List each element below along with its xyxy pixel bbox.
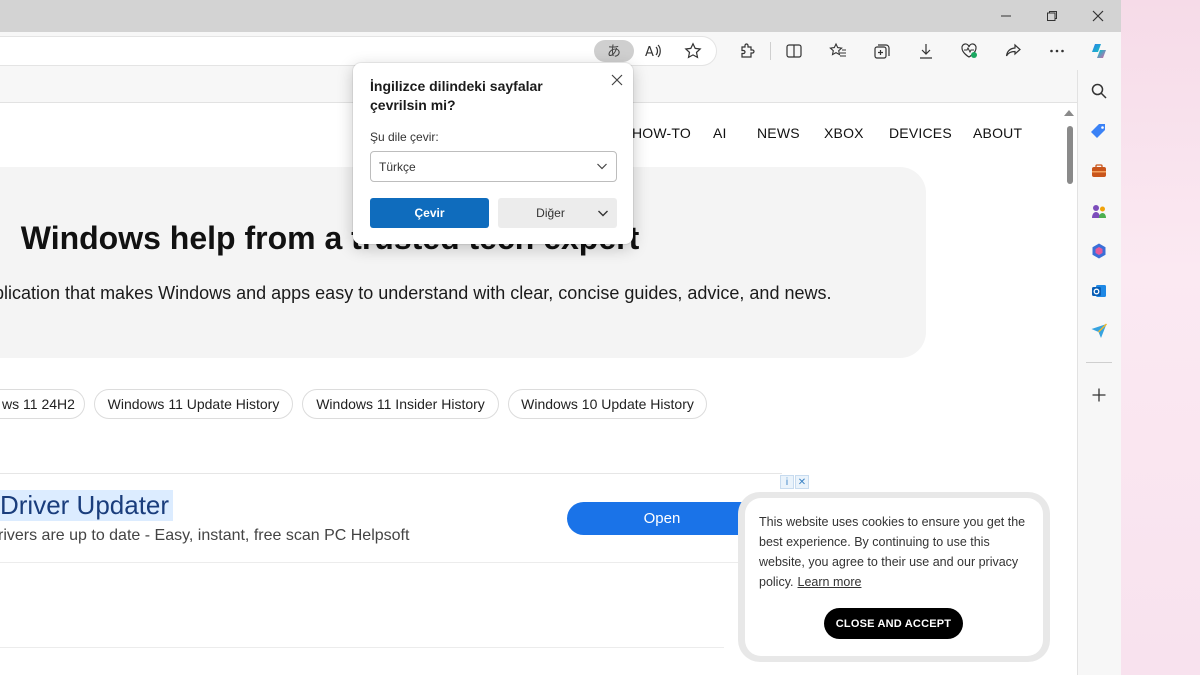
read-aloud-icon[interactable]: A [640,39,666,63]
desktop-background [1121,0,1200,675]
cookie-message: This website uses cookies to ensure you … [759,515,1026,589]
add-favorite-icon[interactable] [680,39,706,63]
ad-divider [0,562,760,563]
adchoices-close-icon[interactable]: ✕ [795,475,809,489]
learn-more-link[interactable]: Learn more [798,575,862,589]
svg-text:A: A [645,45,654,60]
browser-essentials-icon[interactable] [956,39,982,63]
drop-icon[interactable] [1086,318,1112,344]
ad-divider [0,473,782,474]
extensions-icon[interactable] [734,39,760,63]
microsoft-365-icon[interactable] [1086,238,1112,264]
title-bar [0,0,1121,32]
language-select[interactable]: Türkçe [370,151,617,182]
chevron-down-icon [598,210,608,217]
topic-chip[interactable]: Windows 11 Insider History [302,389,499,419]
content-divider [0,647,724,648]
collections-icon[interactable] [869,39,895,63]
shopping-icon[interactable] [1086,118,1112,144]
hero-subtitle: blication that makes Windows and apps ea… [0,283,832,303]
ad-description: rivers are up to date - Easy, instant, f… [0,527,410,544]
tools-icon[interactable] [1086,158,1112,184]
topic-chip[interactable]: Windows 11 Update History [94,389,293,419]
share-icon[interactable] [1000,39,1026,63]
adchoices-info-icon[interactable]: i [780,475,794,489]
minimize-icon [1001,15,1011,17]
nav-xbox[interactable]: XBOX [824,125,864,141]
nav-devices[interactable]: DEVICES [889,125,952,141]
search-icon[interactable] [1086,78,1112,104]
topic-chip[interactable]: Windows 10 Update History [508,389,707,419]
translate-to-label: Şu dile çevir: [370,130,439,144]
translate-icon[interactable]: あ [594,40,634,62]
close-window-button[interactable] [1075,0,1121,32]
close-icon [1092,10,1104,22]
copilot-icon[interactable] [1086,39,1112,63]
popup-close-button[interactable] [607,70,627,90]
more-icon[interactable] [1044,39,1070,63]
add-icon[interactable] [1086,382,1112,408]
page-scrollbar-track[interactable] [1062,103,1077,675]
topic-chip[interactable]: ws 11 24H2 [0,389,85,419]
scroll-up-arrow[interactable] [1064,110,1074,116]
chevron-down-icon [597,163,607,170]
page-scrollbar-thumb[interactable] [1067,126,1073,184]
nav-news[interactable]: NEWS [757,125,800,141]
outlook-icon[interactable] [1086,278,1112,304]
ad-title[interactable]: Driver Updater [0,490,174,521]
close-icon [611,74,623,86]
nav-how-to[interactable]: HOW-TO [632,125,691,141]
ad-open-button[interactable]: Open [567,502,757,535]
translate-button[interactable]: Çevir [370,198,489,228]
restore-icon [1047,11,1057,21]
translate-popup-title: İngilizce dilindeki sayfalar çevrilsin m… [370,78,543,113]
toolbar-divider [770,42,771,60]
split-screen-icon[interactable] [781,39,807,63]
downloads-icon[interactable] [913,39,939,63]
favorites-icon[interactable] [825,39,851,63]
sidebar-divider [1086,362,1112,363]
minimize-button[interactable] [983,0,1029,32]
restore-button[interactable] [1029,0,1075,32]
nav-about[interactable]: ABOUT [973,125,1022,141]
games-icon[interactable] [1086,198,1112,224]
close-and-accept-button[interactable]: CLOSE AND ACCEPT [824,608,963,639]
nav-ai[interactable]: AI [713,125,727,141]
